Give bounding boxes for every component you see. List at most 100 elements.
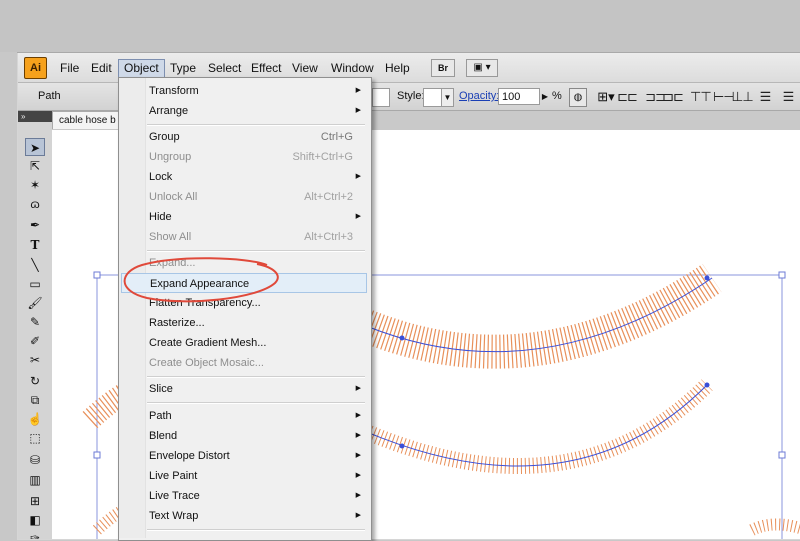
paintbrush-tool-icon[interactable]: 🖌 — [25, 294, 45, 312]
submenu-arrow-icon: ▶ — [355, 432, 361, 439]
bbox-handle — [93, 451, 101, 459]
menu-help[interactable]: Help — [380, 59, 415, 77]
object-menu: Transform ▶ Arrange ▶ Group Ctrl+G Ungroup S… — [118, 77, 372, 541]
menu-item-live-trace[interactable]: Live Trace ▶ — [119, 486, 369, 506]
menu-item-lock[interactable]: Lock ▶ — [119, 167, 369, 187]
align-left-icon[interactable]: ⊏⊏ — [617, 88, 638, 105]
menu-item-create-object-mosaic: Create Object Mosaic... — [149, 357, 264, 369]
submenu-arrow-icon: ▶ — [355, 492, 361, 499]
submenu-arrow-icon: ▶ — [355, 452, 361, 459]
menu-item-create-gradient-mesh[interactable]: Create Gradient Mesh... — [119, 333, 369, 353]
bridge-button[interactable]: Br — [431, 59, 455, 77]
submenu-arrow-icon: ▶ — [355, 213, 361, 220]
symbol-sprayer-tool-icon[interactable]: ⛁ — [25, 451, 45, 469]
eyedropper-tool-icon[interactable]: ✑ — [25, 529, 45, 539]
graph-tool-icon[interactable]: ▥ — [25, 471, 45, 489]
menu-item-text-wrap[interactable]: Text Wrap ▶ — [119, 506, 369, 526]
desktop-background — [0, 0, 800, 52]
opacity-link[interactable]: Opacity: — [459, 90, 499, 102]
rectangle-tool-icon[interactable]: ▭ — [25, 275, 45, 293]
submenu-arrow-icon: ▶ — [355, 87, 361, 94]
align-center-horizontal-icon[interactable]: ⊐⊐ — [645, 88, 666, 105]
blob-brush-tool-icon[interactable]: ✐ — [25, 332, 45, 350]
opacity-input[interactable]: 100 — [498, 88, 540, 105]
line-tool-icon[interactable]: ╲ — [25, 256, 45, 274]
lasso-tool-icon[interactable]: ɷ — [25, 195, 45, 213]
align-right-icon[interactable]: ⊐⊏ — [663, 88, 684, 105]
menu-type[interactable]: Type — [165, 59, 201, 77]
tools-panel-header[interactable]: » — [18, 111, 52, 122]
selection-tool-icon[interactable]: ➤ — [25, 138, 45, 156]
menu-item-arrange[interactable]: Arrange ▶ — [119, 101, 369, 121]
distribute-top-icon[interactable]: ☰ — [755, 88, 775, 105]
bbox-handle — [778, 271, 786, 279]
menu-separator — [147, 250, 365, 252]
scale-tool-icon[interactable]: ⧉ — [25, 391, 45, 409]
style-label: Style: — [397, 90, 425, 102]
hose-left-stub-bottom — [92, 506, 124, 535]
opacity-arrow-icon[interactable]: ▶ — [540, 88, 550, 105]
menu-window[interactable]: Window — [326, 59, 379, 77]
pencil-tool-icon[interactable]: ✎ — [25, 313, 45, 331]
menu-select[interactable]: Select — [203, 59, 246, 77]
warp-tool-icon[interactable]: ☝ — [25, 410, 45, 428]
anchor-point — [704, 382, 710, 388]
menu-view[interactable]: View — [287, 59, 323, 77]
direct-selection-tool-icon[interactable]: ⇱ — [25, 157, 45, 175]
menu-item-blend[interactable]: Blend ▶ — [119, 426, 369, 446]
align-vertical-center-icon[interactable]: ⊢⊣ — [713, 88, 735, 105]
submenu-arrow-icon: ▶ — [355, 385, 361, 392]
menu-separator — [147, 124, 365, 126]
chevron-down-icon[interactable]: ▼ — [441, 88, 454, 107]
menu-item-group[interactable]: Group Ctrl+G — [119, 127, 369, 147]
hose-right-stub — [749, 518, 800, 536]
annotation-ellipse — [123, 257, 279, 303]
hose-thick-path — [351, 277, 713, 353]
menu-separator — [147, 529, 365, 531]
anchor-point — [399, 443, 405, 449]
submenu-arrow-icon: ▶ — [355, 412, 361, 419]
bbox-handle — [778, 451, 786, 459]
menu-item-slice[interactable]: Slice ▶ — [119, 379, 369, 399]
graphic-style-swatch[interactable] — [423, 88, 442, 107]
menu-separator — [147, 376, 365, 378]
menu-item-rasterize[interactable]: Rasterize... — [119, 313, 369, 333]
arrange-documents-button[interactable]: ▣ ▾ — [466, 59, 498, 77]
stroke-weight-dropdown[interactable] — [372, 88, 390, 107]
submenu-arrow-icon: ▶ — [355, 107, 361, 114]
submenu-arrow-icon: ▶ — [355, 512, 361, 519]
recolor-artwork-icon[interactable]: ◍ — [569, 88, 587, 107]
scissors-tool-icon[interactable]: ✂ — [25, 351, 45, 369]
menu-edit[interactable]: Edit — [86, 59, 117, 77]
align-bottom-icon[interactable]: ⊥⊥ — [732, 88, 754, 105]
anchor-point — [704, 275, 710, 281]
menu-item-transform[interactable]: Transform ▶ — [119, 81, 369, 101]
submenu-arrow-icon: ▶ — [355, 472, 361, 479]
document-tab[interactable]: cable hose b — [52, 111, 122, 129]
distribute-center-icon[interactable]: ☰ — [778, 88, 798, 105]
transform-grid-icon[interactable]: ⊞▾ — [597, 88, 615, 105]
hose-thin — [358, 379, 713, 474]
magic-wand-tool-icon[interactable]: ✶ — [25, 176, 45, 194]
menu-item-hide[interactable]: Hide ▶ — [119, 207, 369, 227]
app-logo: Ai — [24, 57, 47, 79]
menu-object[interactable]: Object — [118, 59, 165, 79]
pen-tool-icon[interactable]: ✒ — [25, 216, 45, 234]
free-transform-tool-icon[interactable]: ⬚ — [25, 429, 45, 447]
align-top-icon[interactable]: ⊤⊤ — [690, 88, 712, 105]
menu-item-unlock-all: Unlock All Alt+Ctrl+2 — [149, 191, 353, 203]
anchor-point — [399, 335, 405, 341]
gradient-tool-icon[interactable]: ◧ — [25, 511, 45, 529]
menu-separator — [147, 402, 365, 404]
opacity-unit: % — [552, 90, 562, 102]
selection-type-label: Path — [38, 90, 61, 102]
menu-effect[interactable]: Effect — [246, 59, 286, 77]
mesh-tool-icon[interactable]: ⊞ — [25, 492, 45, 510]
rotate-tool-icon[interactable]: ↻ — [25, 372, 45, 390]
menu-file[interactable]: File — [55, 59, 84, 77]
bbox-handle — [93, 271, 101, 279]
menu-item-envelope-distort[interactable]: Envelope Distort ▶ — [119, 446, 369, 466]
menu-item-path[interactable]: Path ▶ — [119, 406, 369, 426]
menu-item-live-paint[interactable]: Live Paint ▶ — [119, 466, 369, 486]
type-tool-icon[interactable]: T — [25, 236, 45, 254]
